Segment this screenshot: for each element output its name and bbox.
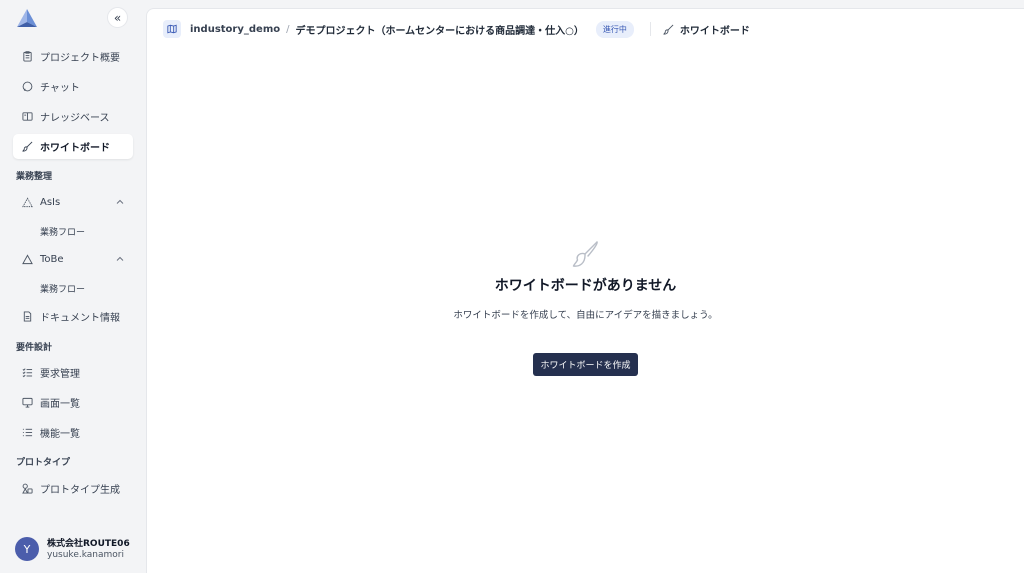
sidebar-item-label: ホワイトボード <box>40 143 110 154</box>
sidebar-item-project-overview[interactable]: プロジェクト概要 <box>13 44 133 69</box>
breadcrumb-organization[interactable]: industory_demo <box>190 24 280 35</box>
sidebar-item-features[interactable]: 機能一覧 <box>13 420 133 445</box>
sidebar-subitem-asis-flow[interactable]: 業務フロー <box>40 225 85 238</box>
sidebar: « プロジェクト概要 チャット ナレッジベース ホワイトボード 業務整理 AsI… <box>0 0 146 573</box>
chevron-up-icon[interactable] <box>115 254 125 264</box>
status-badge: 進行中 <box>595 20 634 38</box>
book-icon <box>22 111 33 122</box>
sidebar-item-label: プロトタイプ生成 <box>40 485 120 496</box>
section-label-requirements: 要件設計 <box>16 343 53 353</box>
chat-icon <box>22 81 33 92</box>
brush-icon <box>22 141 33 152</box>
avatar: Y <box>15 537 39 561</box>
empty-state-title: ホワイトボードがありません <box>494 278 677 294</box>
clipboard-icon <box>22 51 33 62</box>
monitor-icon <box>22 397 33 408</box>
collapse-sidebar-button[interactable]: « <box>107 7 128 28</box>
empty-state: ホワイトボードがありません ホワイトボードを作成して、自由にアイデアを描きましょ… <box>147 239 1024 376</box>
checklist-icon <box>22 367 33 378</box>
brush-icon <box>572 241 598 267</box>
document-icon <box>22 311 33 322</box>
main-content: industory_demo / デモプロジェクト（ホームセンターにおける商品調… <box>146 8 1024 573</box>
sidebar-item-label: 機能一覧 <box>40 429 80 440</box>
user-name: yusuke.kanamori <box>47 549 124 560</box>
sidebar-item-requirements[interactable]: 要求管理 <box>13 360 133 385</box>
triangle-icon <box>22 254 33 265</box>
sidebar-item-tobe[interactable]: ToBe <box>13 247 133 272</box>
section-label-business: 業務整理 <box>16 172 53 182</box>
user-organization: 株式会社ROUTE06 <box>47 538 130 549</box>
section-label-prototype: プロトタイプ <box>16 458 71 468</box>
sidebar-item-asis[interactable]: AsIs <box>13 190 133 215</box>
sidebar-subitem-tobe-flow[interactable]: 業務フロー <box>40 282 85 295</box>
sidebar-item-label: チャット <box>40 83 80 94</box>
sidebar-item-whiteboard[interactable]: ホワイトボード <box>13 134 133 159</box>
map-icon <box>163 20 181 38</box>
empty-state-description: ホワイトボードを作成して、自由にアイデアを描きましょう。 <box>453 310 718 321</box>
breadcrumb-separator: / <box>286 23 290 35</box>
list-icon <box>22 427 33 438</box>
sidebar-item-prototype-generation[interactable]: プロトタイプ生成 <box>13 476 133 501</box>
sidebar-item-knowledge-base[interactable]: ナレッジベース <box>13 104 133 129</box>
shapes-icon <box>22 483 33 494</box>
sidebar-item-label: ドキュメント情報 <box>40 313 120 324</box>
create-whiteboard-button[interactable]: ホワイトボードを作成 <box>533 353 638 376</box>
sidebar-item-label: AsIs <box>40 197 61 208</box>
sidebar-item-chat[interactable]: チャット <box>13 74 133 99</box>
sidebar-item-label: ToBe <box>40 254 64 265</box>
breadcrumb: industory_demo / デモプロジェクト（ホームセンターにおける商品調… <box>147 9 1024 49</box>
chevron-up-icon[interactable] <box>115 197 125 207</box>
divider <box>649 22 651 36</box>
sidebar-item-document[interactable]: ドキュメント情報 <box>13 304 133 329</box>
sidebar-item-label: プロジェクト概要 <box>40 53 120 64</box>
sidebar-item-label: 要求管理 <box>40 369 80 380</box>
sidebar-item-screens[interactable]: 画面一覧 <box>13 390 133 415</box>
dashed-triangle-icon <box>22 197 33 208</box>
sidebar-item-label: 画面一覧 <box>40 399 80 410</box>
brush-icon <box>663 24 674 35</box>
user-profile[interactable]: Y 株式会社ROUTE06 yusuke.kanamori <box>15 537 130 561</box>
page-title: ホワイトボード <box>679 25 750 37</box>
breadcrumb-project[interactable]: デモプロジェクト（ホームセンターにおける商品調達・仕入○） <box>295 22 583 37</box>
app-logo-icon[interactable] <box>16 8 38 28</box>
sidebar-item-label: ナレッジベース <box>40 113 110 124</box>
